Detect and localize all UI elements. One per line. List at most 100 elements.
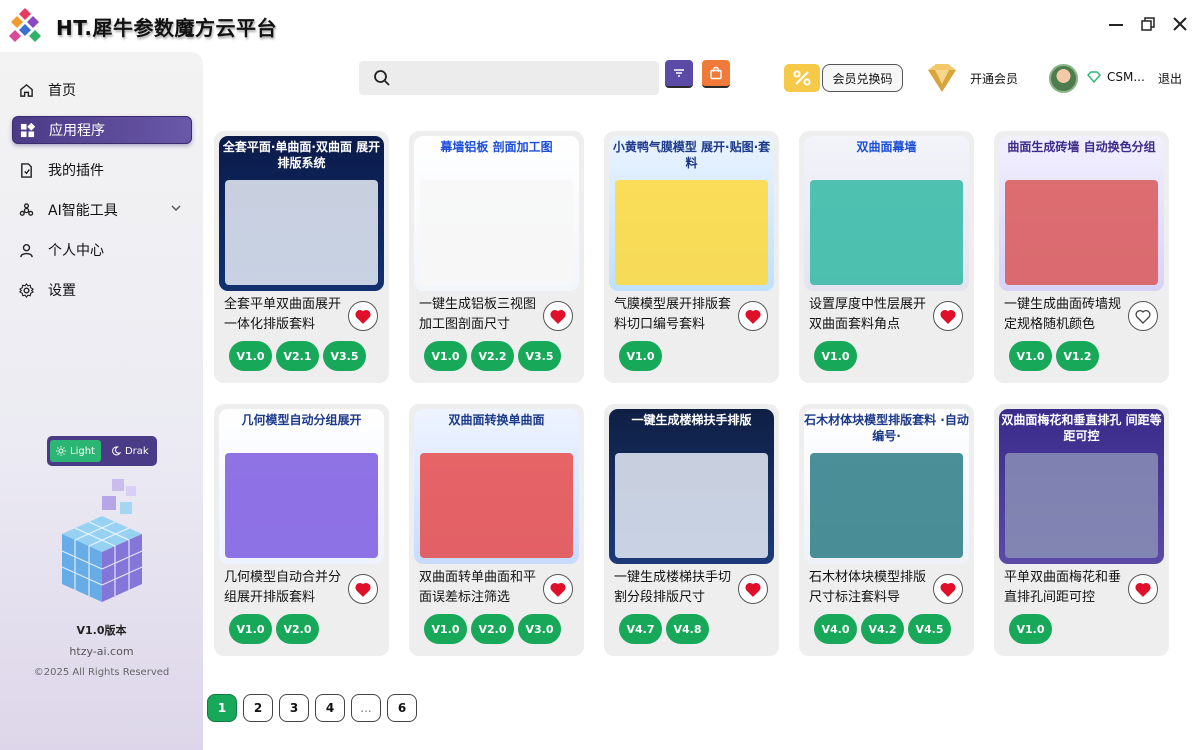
version-button[interactable]: V3.5 <box>323 341 366 371</box>
version-button[interactable]: V2.1 <box>276 341 319 371</box>
maximize-button[interactable] <box>1138 14 1158 34</box>
search-input[interactable] <box>401 67 651 89</box>
app-thumbnail: 曲面生成砖墙 自动换色分组 <box>999 136 1164 291</box>
pagination: 1 2 3 4... 6 <box>207 694 417 722</box>
thumbnail-headline: 一键生成楼梯扶手排版 <box>631 413 752 427</box>
heart-icon <box>550 309 566 324</box>
version-list: V1.0 V2.0 V3.0 <box>424 614 561 644</box>
version-button[interactable]: V1.0 <box>1009 341 1052 371</box>
version-button[interactable]: V1.2 <box>1056 341 1099 371</box>
theme-dark-option[interactable]: Drak <box>105 440 155 462</box>
minimize-button[interactable] <box>1106 14 1126 34</box>
coupon-icon <box>784 64 820 92</box>
app-card[interactable]: 双曲面幕墙设置厚度中性层展开双曲面套料角点 V1.0 <box>799 131 974 383</box>
sidebar-item-ai-tools[interactable]: AI智能工具 <box>12 196 192 224</box>
thumbnail-artwork <box>420 453 573 558</box>
page-button[interactable]: 4 <box>315 694 345 722</box>
page-button[interactable]: 3 <box>279 694 309 722</box>
app-card[interactable]: 全套平面·单曲面·双曲面 展开排版系统 全套平单双曲面展开一体化排版套料 V1.0 V… <box>214 131 389 383</box>
app-thumbnail: 几何模型自动分组展开 <box>219 409 384 564</box>
sidebar-item-plugins[interactable]: 我的插件 <box>12 156 192 184</box>
thumbnail-artwork <box>810 180 963 285</box>
heart-icon <box>355 582 371 597</box>
favorite-button[interactable] <box>1128 301 1158 331</box>
app-card[interactable]: 小黄鸭气膜模型 展开·贴图·套料 气膜模型展开排版套料切口编号套料 V1.0 <box>604 131 779 383</box>
app-thumbnail: 双曲面转换单曲面 <box>414 409 579 564</box>
theme-light-option[interactable]: Light <box>50 440 101 462</box>
favorite-button[interactable] <box>738 301 768 331</box>
open-vip-link[interactable]: 开通会员 <box>970 70 1018 87</box>
sidebar-item-label: 我的插件 <box>48 163 104 179</box>
favorite-button[interactable] <box>738 574 768 604</box>
favorite-button[interactable] <box>543 574 573 604</box>
sidebar-item-settings[interactable]: 设置 <box>12 276 192 304</box>
version-button[interactable]: V4.5 <box>908 614 951 644</box>
sidebar-item-apps[interactable]: 应用程序 <box>12 116 192 144</box>
redeem-code-button[interactable]: 会员兑换码 <box>822 64 903 92</box>
version-button[interactable]: V1.0 <box>1009 614 1052 644</box>
version-list: V1.0 V2.1 V3.5 <box>229 341 366 371</box>
version-button[interactable]: V2.2 <box>471 341 514 371</box>
filter-button[interactable] <box>665 60 693 88</box>
sidebar-item-label: 首页 <box>48 83 76 99</box>
sidebar-item-home[interactable]: 首页 <box>12 76 192 104</box>
app-card[interactable]: 幕墙铝板 剖面加工图 一键生成铝板三视图加工图剖面尺寸 V1.0 V2.2 V3.5 <box>409 131 584 383</box>
version-list: V1.0 V2.2 V3.5 <box>424 341 561 371</box>
sidebar-item-label: 应用程序 <box>49 123 105 139</box>
app-card[interactable]: 石木材体块模型排版套料 ·自动编号· 石木材体块模型排版尺寸标注套料导 V4.0 V4… <box>799 404 974 656</box>
avatar[interactable] <box>1049 64 1078 93</box>
version-button[interactable]: V3.5 <box>518 341 561 371</box>
app-logo-icon <box>9 8 41 42</box>
sidebar-item-profile[interactable]: 个人中心 <box>12 236 192 264</box>
version-button[interactable]: V1.0 <box>814 341 857 371</box>
sun-icon <box>56 446 66 456</box>
version-button[interactable]: V1.0 <box>424 341 467 371</box>
thumbnail-headline: 石木材体块模型排版套料 ·自动编号· <box>804 413 969 443</box>
app-thumbnail: 石木材体块模型排版套料 ·自动编号· <box>804 409 969 564</box>
page-button[interactable]: 1 <box>207 694 237 722</box>
favorite-button[interactable] <box>1128 574 1158 604</box>
thumbnail-headline: 小黄鸭气膜模型 展开·贴图·套料 <box>612 140 771 170</box>
app-card[interactable]: 双曲面梅花和垂直排孔 间距等距可控 平单双曲面梅花和垂直排孔间距可控 V1.0 <box>994 404 1169 656</box>
app-title: 双曲面转单曲面和平面误差标注筛选 <box>419 570 537 605</box>
thumbnail-headline: 双曲面幕墙 <box>856 140 917 154</box>
version-button[interactable]: V4.0 <box>814 614 857 644</box>
cart-button[interactable] <box>702 60 730 88</box>
version-button[interactable]: V1.0 <box>424 614 467 644</box>
app-card[interactable]: 一键生成楼梯扶手排版 一键生成楼梯扶手切割分段排版尺寸 V4.7 V4.8 <box>604 404 779 656</box>
version-button[interactable]: V2.0 <box>471 614 514 644</box>
user-name[interactable]: CSM... <box>1107 70 1145 84</box>
version-button[interactable]: V2.0 <box>276 614 319 644</box>
page-button[interactable]: 2 <box>243 694 273 722</box>
app-thumbnail: 双曲面梅花和垂直排孔 间距等距可控 <box>999 409 1164 564</box>
version-button[interactable]: V1.0 <box>619 341 662 371</box>
favorite-button[interactable] <box>348 301 378 331</box>
favorite-button[interactable] <box>933 574 963 604</box>
ai-icon <box>18 202 34 218</box>
version-button[interactable]: V1.0 <box>229 614 272 644</box>
heart-icon <box>745 582 761 597</box>
copyright: ©2025 All Rights Reserved <box>33 667 170 678</box>
close-button[interactable] <box>1170 14 1190 34</box>
chevron-down-icon <box>171 205 181 212</box>
version-button[interactable]: V4.2 <box>861 614 904 644</box>
page-button[interactable]: 6 <box>387 694 417 722</box>
app-card[interactable]: 曲面生成砖墙 自动换色分组 一键生成曲面砖墙规定规格随机颜色 V1.0 V1.2 <box>994 131 1169 383</box>
favorite-button[interactable] <box>348 574 378 604</box>
app-thumbnail: 全套平面·单曲面·双曲面 展开排版系统 <box>219 136 384 291</box>
version-button[interactable]: V4.7 <box>619 614 662 644</box>
app-grid: 全套平面·单曲面·双曲面 展开排版系统 全套平单双曲面展开一体化排版套料 V1.0 V… <box>214 131 1184 661</box>
version-button[interactable]: V4.8 <box>666 614 709 644</box>
app-title: 设置厚度中性层展开双曲面套料角点 <box>809 297 927 332</box>
search-icon <box>374 70 390 86</box>
version-list: V1.0 <box>1009 614 1052 644</box>
app-card[interactable]: 双曲面转换单曲面双曲面转单曲面和平面误差标注筛选 V1.0 V2.0 V3.0 <box>409 404 584 656</box>
version-button[interactable]: V1.0 <box>229 341 272 371</box>
app-card[interactable]: 几何模型自动分组展开 几何模型自动合并分组展开排版套料 V1.0 V2.0 <box>214 404 389 656</box>
logout-button[interactable]: 退出 <box>1158 70 1182 87</box>
version-list: V1.0 V1.2 <box>1009 341 1099 371</box>
page-ellipsis[interactable]: ... <box>351 694 381 722</box>
favorite-button[interactable] <box>543 301 573 331</box>
version-button[interactable]: V3.0 <box>518 614 561 644</box>
favorite-button[interactable] <box>933 301 963 331</box>
